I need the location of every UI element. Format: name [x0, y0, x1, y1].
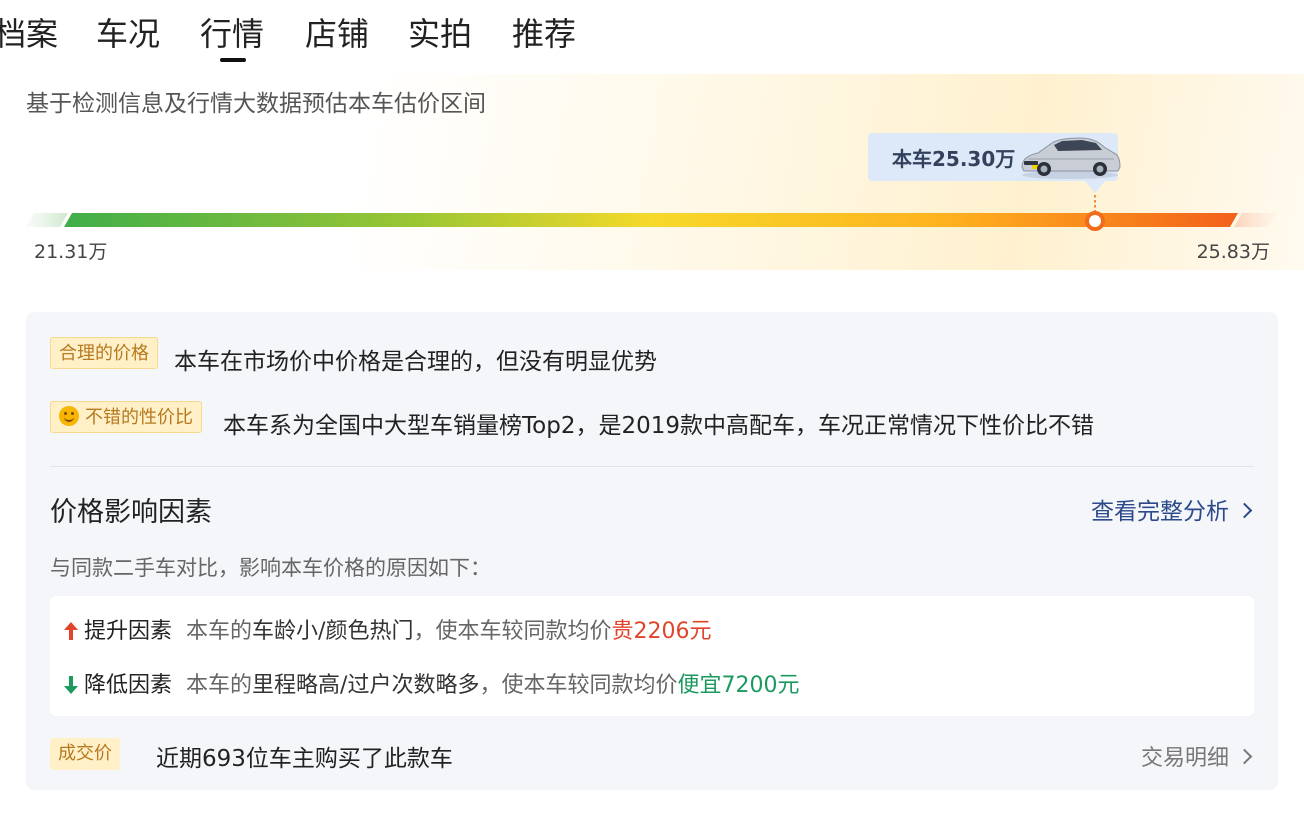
factor-up-middle: ，使本车较同款均价	[413, 619, 612, 644]
chevron-right-icon	[1236, 502, 1253, 519]
arrow-up-icon	[64, 622, 78, 640]
factor-up-row: 提升因素 本车的车龄小/颜色热门，使本车较同款均价贵2206元	[64, 613, 711, 645]
view-full-analysis-label: 查看完整分析	[1091, 499, 1229, 525]
factor-down-row: 降低因素 本车的里程略高/过户次数略多，使本车较同款均价便宜7200元	[64, 667, 799, 699]
price-range-max: 25.83万	[1196, 241, 1270, 263]
arrow-down-icon	[64, 676, 78, 694]
tab-condition[interactable]: 车况	[96, 14, 160, 54]
deal-badge-label: 成交价	[58, 743, 112, 764]
tab-archive[interactable]: 档案	[0, 14, 58, 54]
tab-bar: 档案 车况 行情 店铺 实拍 推荐	[0, 0, 700, 74]
factor-down-prefix: 本车的	[186, 673, 253, 698]
reasonable-price-badge: 合理的价格	[50, 337, 158, 369]
factor-down-amount: 便宜7200元	[677, 673, 800, 698]
car-price-label: 本车25.30万	[892, 147, 1016, 171]
transaction-details-label: 交易明细	[1140, 746, 1229, 771]
factors-subtitle: 与同款二手车对比，影响本车价格的原因如下：	[50, 556, 491, 580]
active-tab-indicator	[220, 58, 246, 62]
value-badge-label: 不错的性价比	[85, 407, 193, 428]
price-analysis-card: 合理的价格 本车在市场价中价格是合理的，但没有明显优势 不错的性价比 本车系为全…	[26, 312, 1278, 790]
tab-photos[interactable]: 实拍	[408, 14, 472, 54]
tab-recommend[interactable]: 推荐	[512, 14, 576, 54]
value-text: 本车系为全国中大型车销量榜Top2，是2019款中高配车，车况正常情况下性价比不…	[223, 413, 1094, 439]
chevron-right-icon	[1236, 748, 1253, 765]
car-price-tag: 本车25.30万	[868, 133, 1121, 181]
value-badge: 不错的性价比	[50, 401, 202, 433]
price-range-min: 21.31万	[34, 241, 108, 263]
price-tag-pointer	[1085, 181, 1105, 193]
valuation-subtitle: 基于检测信息及行情大数据预估本车估价区间	[26, 91, 486, 117]
factors-title: 价格影响因素	[50, 497, 212, 528]
factor-up-prefix: 本车的	[186, 619, 253, 644]
valuation-panel: 基于检测信息及行情大数据预估本车估价区间 本车25.30万 21.31万 25.…	[0, 74, 1304, 270]
factor-down-name: 降低因素	[84, 673, 173, 698]
price-tag-connector	[1094, 195, 1096, 211]
car-image	[1021, 137, 1121, 179]
factor-up-desc: 本车的车龄小/颜色热门，使本车较同款均价贵2206元	[186, 619, 711, 644]
smile-emoji-icon	[59, 406, 79, 426]
tab-market[interactable]: 行情	[200, 14, 264, 54]
factors-list: 提升因素 本车的车龄小/颜色热门，使本车较同款均价贵2206元 降低因素 本车的里程…	[50, 596, 1254, 716]
factor-down-middle: ，使本车较同款均价	[479, 673, 678, 698]
deal-price-badge: 成交价	[50, 738, 120, 770]
car-price-marker	[1085, 211, 1105, 231]
transaction-details-link[interactable]: 交易明细	[1140, 740, 1253, 772]
factor-up-name: 提升因素	[84, 619, 173, 644]
factor-down-desc: 本车的里程略高/过户次数略多，使本车较同款均价便宜7200元	[186, 673, 799, 698]
tab-store[interactable]: 店铺	[305, 14, 369, 54]
divider	[50, 466, 1254, 467]
factor-down-highlight: 里程略高/过户次数略多	[252, 673, 480, 698]
view-full-analysis-link[interactable]: 查看完整分析	[1091, 492, 1253, 526]
reasonable-price-text: 本车在市场价中价格是合理的，但没有明显优势	[174, 349, 657, 375]
factor-up-highlight: 车龄小/颜色热门	[252, 619, 414, 644]
deal-summary-text: 近期693位车主购买了此款车	[156, 746, 453, 772]
factor-up-amount: 贵2206元	[611, 619, 712, 644]
